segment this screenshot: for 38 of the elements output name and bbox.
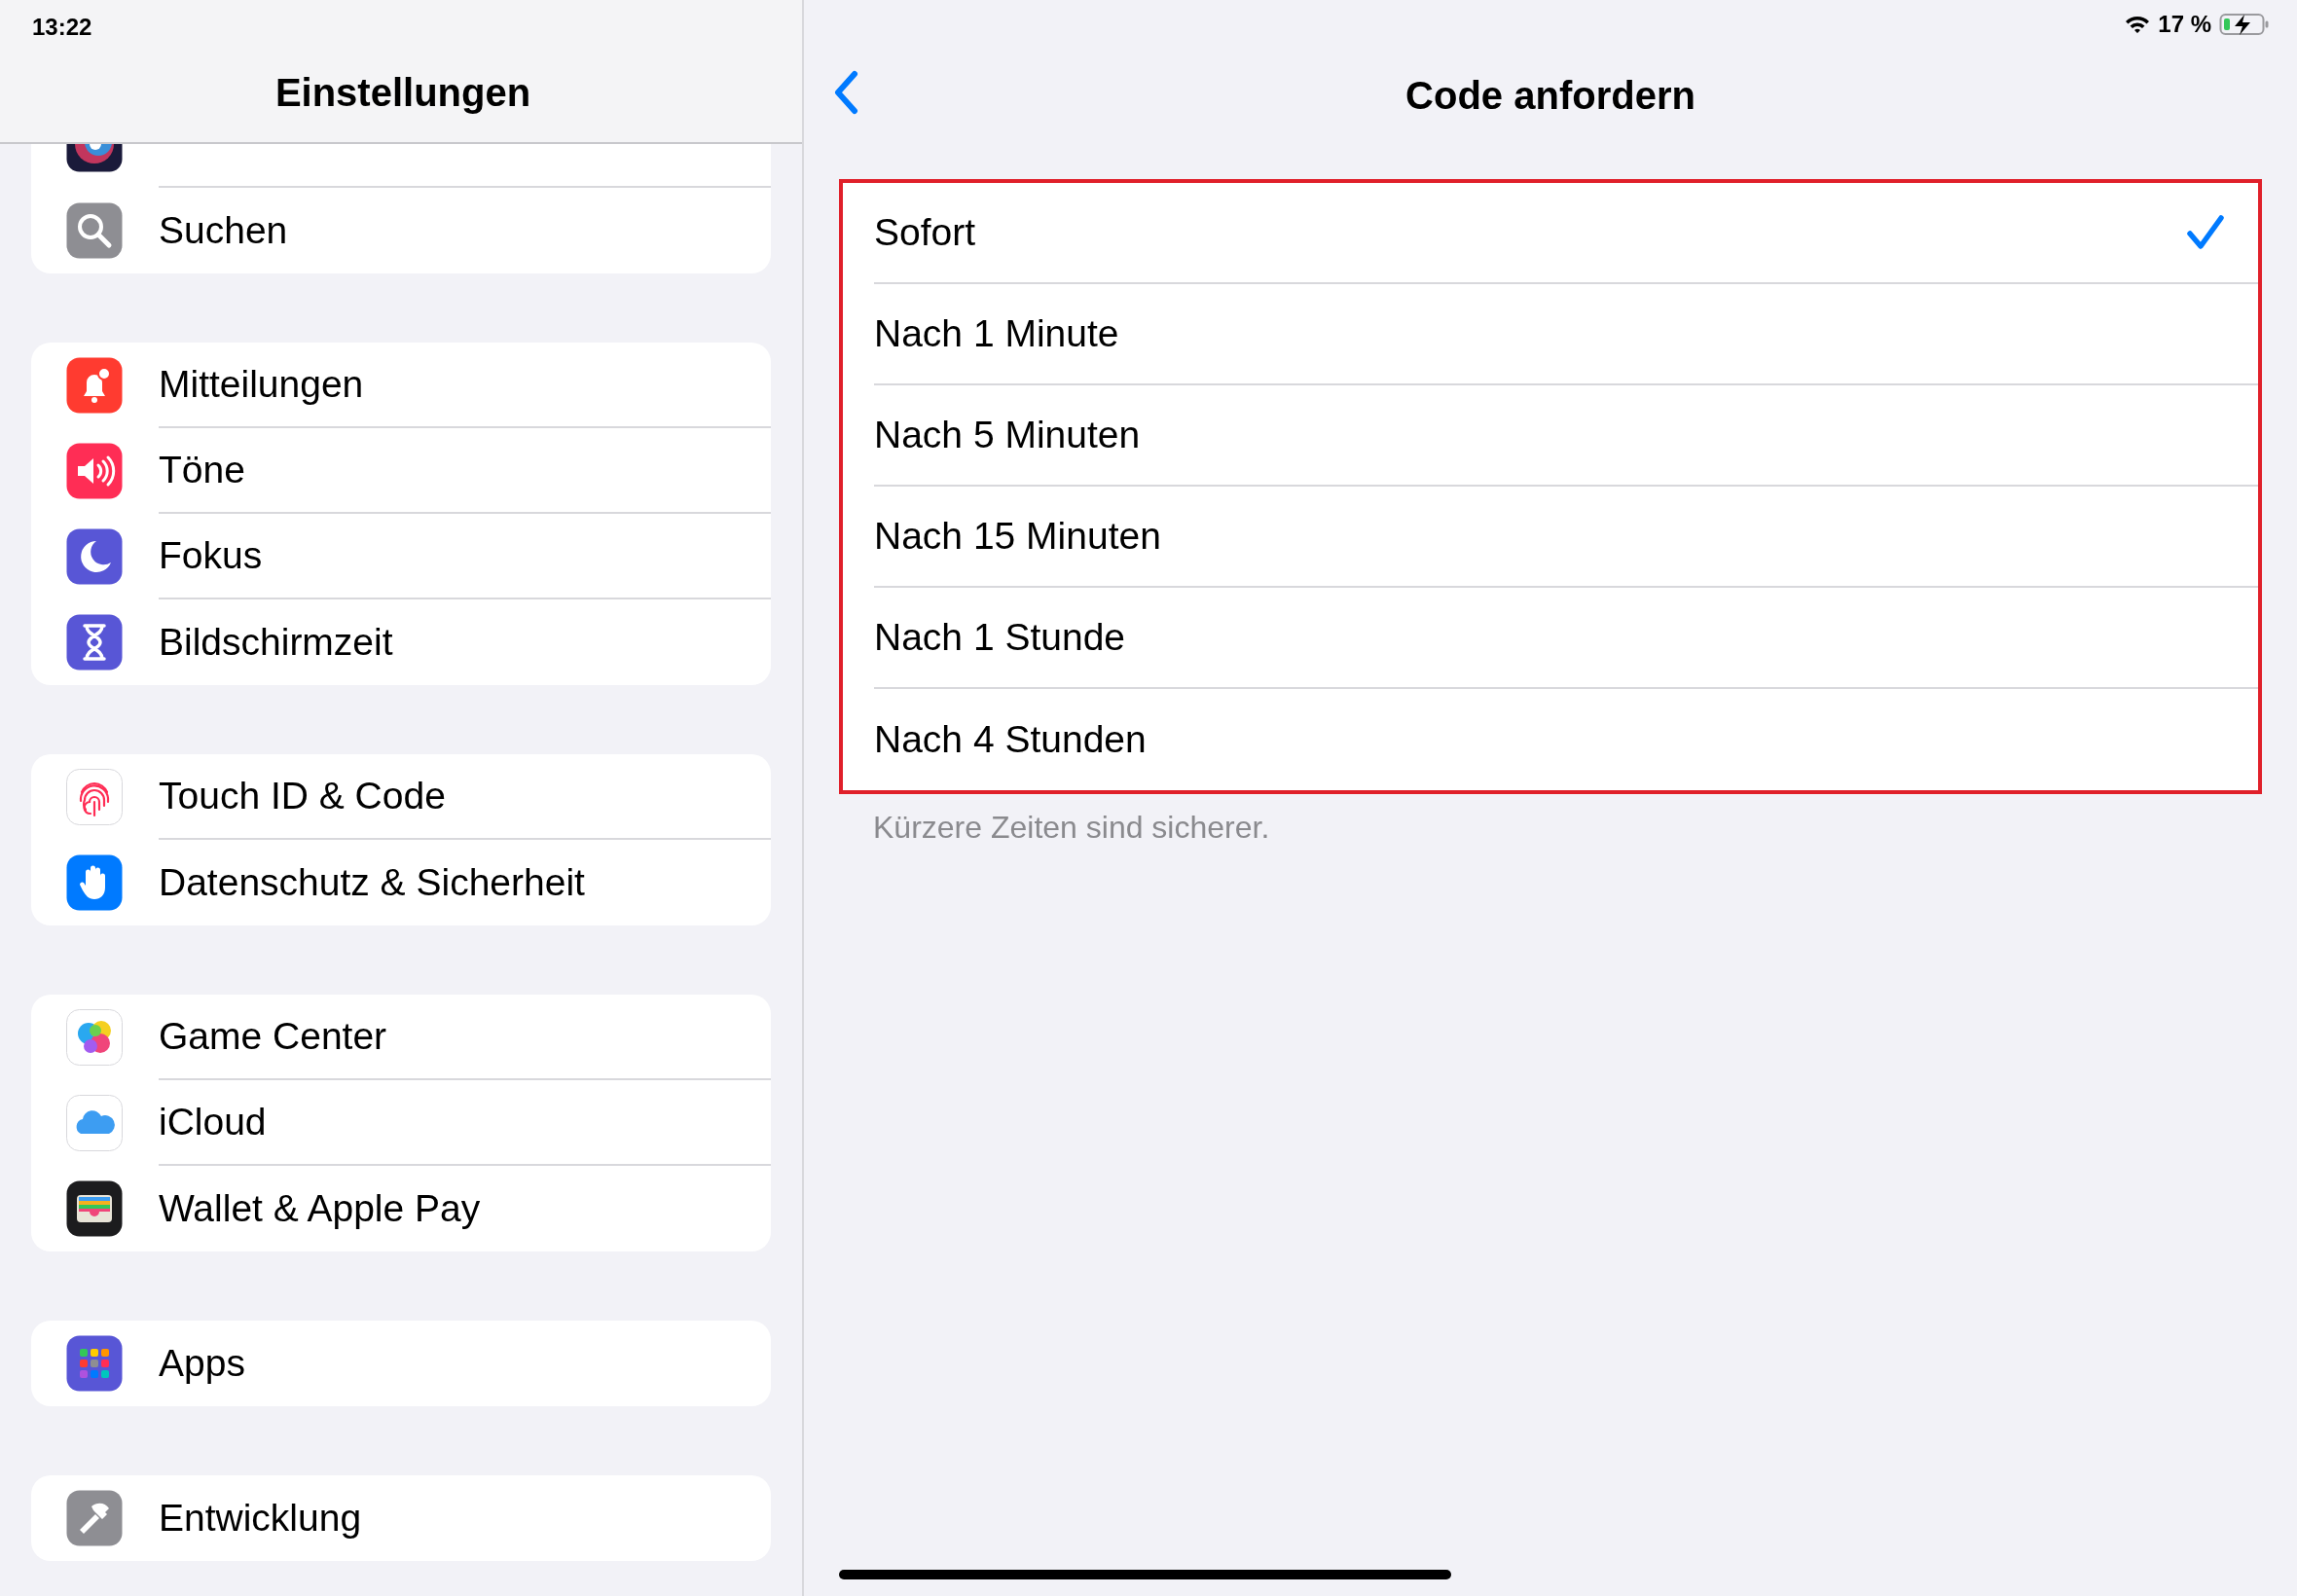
settings-item[interactable]: iCloud	[31, 1080, 771, 1166]
page-title: Code anfordern	[1405, 73, 1695, 119]
battery-icon	[2219, 13, 2270, 36]
hourglass-icon	[66, 614, 123, 671]
settings-item[interactable]: Apps	[31, 1321, 771, 1406]
status-time: 13:22	[32, 13, 92, 42]
settings-item[interactable]: Game Center	[31, 995, 771, 1080]
option-row[interactable]: Nach 15 Minuten	[843, 487, 2258, 588]
hammer-icon	[66, 1490, 123, 1546]
settings-item[interactable]: Wallet & Apple Pay	[31, 1166, 771, 1251]
option-row[interactable]: Nach 1 Minute	[843, 284, 2258, 385]
option-row[interactable]: Nach 4 Stunden	[843, 689, 2258, 790]
settings-item[interactable]: Entwicklung	[31, 1475, 771, 1561]
settings-item[interactable]: Datenschutz & Sicherheit	[31, 840, 771, 925]
app-grid-icon	[66, 1335, 123, 1392]
fingerprint-icon	[66, 769, 123, 825]
settings-item[interactable]: Touch ID & Code	[31, 754, 771, 840]
option-row[interactable]: Nach 5 Minuten	[843, 385, 2258, 487]
cloud-icon	[66, 1095, 123, 1151]
back-chevron-icon[interactable]	[833, 70, 858, 115]
wifi-icon	[2125, 15, 2151, 34]
speaker-icon	[66, 443, 123, 499]
settings-item[interactable]: Bildschirmzeit	[31, 599, 771, 685]
settings-item[interactable]: Fokus	[31, 514, 771, 599]
wallet-icon	[66, 1180, 123, 1237]
moon-icon	[66, 528, 123, 585]
settings-item[interactable]: Töne	[31, 428, 771, 514]
colored-circles-icon	[66, 1009, 123, 1066]
sidebar-title: Einstellungen	[273, 70, 532, 116]
bell-icon	[66, 357, 123, 414]
hand-icon	[66, 854, 123, 911]
settings-item[interactable]: Suchen	[31, 188, 771, 273]
search-icon	[66, 202, 123, 259]
footer-note: Kürzere Zeiten sind sicherer.	[872, 809, 1271, 847]
option-row[interactable]: Nach 1 Stunde	[843, 588, 2258, 689]
battery-percentage: 17 %	[2158, 10, 2211, 39]
settings-item[interactable]: Mitteilungen	[31, 343, 771, 428]
option-row[interactable]: Sofort	[843, 183, 2258, 284]
